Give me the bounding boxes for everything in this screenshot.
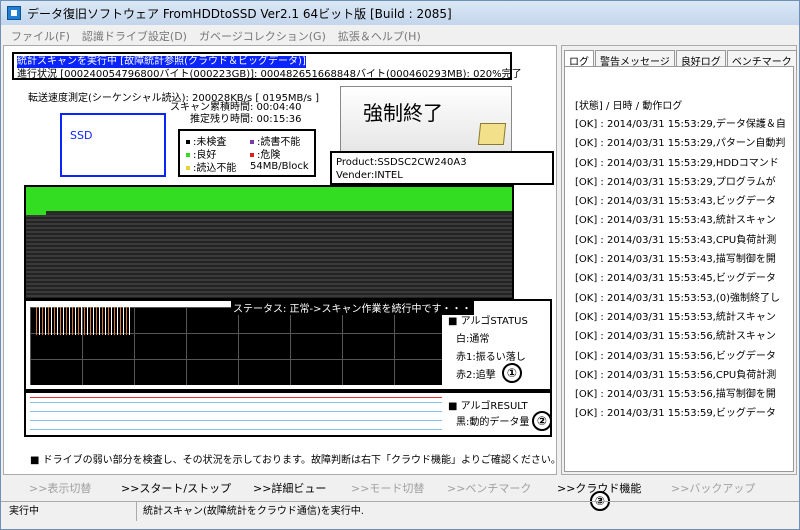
menu-bar: ファイル(F) 認識ドライブ設定(D) ガベージコレクション(G) 拡張＆ヘルプ… [1, 27, 799, 45]
log-row[interactable]: [OK] : 2014/03/31 15:53:45,ビッグデータ [575, 269, 793, 288]
good-color-icon [186, 153, 190, 157]
readfail-color-icon [186, 166, 190, 170]
drive-product: Product:SSDSC2CW240A3 [336, 157, 467, 168]
log-row[interactable]: [OK] : 2014/03/31 15:53:53,統計スキャン [575, 308, 793, 327]
scan-status-box: 統計スキャンを実行中 [故障統計参照(クラウド＆ビッグデータ)] 進行状況 [0… [12, 52, 522, 80]
menu-file[interactable]: ファイル(F) [11, 28, 70, 44]
unchecked-blocks [26, 215, 512, 298]
log-row[interactable]: [OK] : 2014/03/31 15:53:53,(0)強制終了し [575, 289, 793, 308]
note-icon [477, 123, 507, 145]
log-pane: ログ 警告メッセージ 良好ログ ベンチマーク [状態] / 日時 / 動作ログ … [561, 45, 797, 475]
scan-panel: 統計スキャンを実行中 [故障統計参照(クラウド＆ビッグデータ)] 進行状況 [0… [3, 45, 561, 475]
main-window: データ復旧ソフトウェア FromHDDtoSSD Ver2.1 64ビット版 [… [0, 0, 800, 530]
legend-block-size: 54MB/Block [250, 161, 309, 172]
log-row[interactable]: [OK] : 2014/03/31 15:53:43,ビッグデータ [575, 192, 793, 211]
status-bar: 実行中 統計スキャン(故障統計をクラウド通信)を実行中. [1, 501, 799, 521]
log-row[interactable]: [OK] : 2014/03/31 15:53:56,統計スキャン [575, 327, 793, 346]
scan-progress-text: 進行状況 [000240054796800バイト(000223GB)]: 000… [17, 69, 522, 80]
algo-status-monitor: ステータス: 正常->スキャン作業を続行中です・・・ ■ アルゴSTATUS 白… [24, 299, 552, 391]
start-stop-button[interactable]: >>スタート/ストップ [121, 480, 231, 496]
map-legend: :未検査 :読書不能 :良好 :危険 :読込不能 54MB/Block [178, 129, 316, 177]
elapsed-time: スキャン累積時間: 00:04:40 [170, 102, 302, 113]
status-message: 統計スキャン(故障統計をクラウド通信)を実行中. [143, 505, 364, 517]
backup-button[interactable]: >>バックアップ [671, 480, 755, 496]
mode-switch-button[interactable]: >>モード切替 [351, 480, 424, 496]
unreadable-color-icon [250, 140, 254, 144]
algo-result-title: ■ アルゴRESULT [448, 401, 528, 412]
drive-box: SSD [60, 113, 166, 177]
detail-view-button[interactable]: >>詳細ビュー [253, 480, 326, 496]
monitor-status-text: ステータス: 正常->スキャン作業を続行中です・・・ [231, 300, 474, 315]
result-graph [30, 397, 442, 433]
window-title: データ復旧ソフトウェア FromHDDtoSSD Ver2.1 64ビット版 [… [27, 6, 452, 21]
benchmark-button[interactable]: >>ベンチマーク [447, 480, 531, 496]
display-switch-button[interactable]: >>表示切替 [29, 480, 91, 496]
log-header: [状態] / 日時 / 動作ログ [575, 101, 683, 112]
block-map [24, 185, 514, 300]
drive-name: SSD [70, 129, 93, 142]
menu-drive-settings[interactable]: 認識ドライブ設定(D) [82, 28, 187, 44]
legend-readfail: :読込不能 [186, 159, 236, 174]
log-row[interactable]: [OK] : 2014/03/31 15:53:56,CPU負荷計測 [575, 366, 793, 385]
remaining-time: 推定残り時間: 00:15:36 [190, 114, 302, 125]
log-row[interactable]: [OK] : 2014/03/31 15:53:43,描写制御を開 [575, 250, 793, 269]
danger-color-icon [250, 153, 254, 157]
algo-result-legend: ■ アルゴRESULT 黒:動的データ量 [448, 399, 529, 431]
scan-status-text: 統計スキャンを実行中 [故障統計参照(クラウド＆ビッグデータ)] [17, 56, 306, 68]
scanned-blocks [26, 187, 512, 211]
menu-garbage-collection[interactable]: ガベージコレクション(G) [199, 28, 326, 44]
callout-2: ② [532, 411, 552, 431]
bottom-toolbar: >>表示切替 >>スタート/ストップ >>詳細ビュー >>モード切替 >>ベンチ… [3, 477, 797, 511]
log-panel[interactable]: [状態] / 日時 / 動作ログ [OK] : 2014/03/31 15:53… [564, 66, 794, 472]
legend-black-dynamic: 黒:動的データ量 [456, 417, 530, 428]
drive-info-box: Product:SSDSC2CW240A3 Vender:INTEL [330, 151, 554, 185]
status-graph [30, 307, 442, 385]
app-icon [7, 6, 21, 20]
title-bar: データ復旧ソフトウェア FromHDDtoSSD Ver2.1 64ビット版 [… [1, 1, 799, 25]
log-row[interactable]: [OK] : 2014/03/31 15:53:43,統計スキャン [575, 211, 793, 230]
log-row[interactable]: [OK] : 2014/03/31 15:53:56,ビッグデータ [575, 347, 793, 366]
force-stop-button[interactable]: 強制終了 [340, 86, 512, 152]
unchecked-color-icon [186, 140, 190, 144]
drive-vender: Vender:INTEL [336, 170, 403, 181]
log-row[interactable]: [OK] : 2014/03/31 15:53:29,HDDコマンド [575, 154, 793, 173]
log-row[interactable]: [OK] : 2014/03/31 15:53:29,パターン自動判 [575, 134, 793, 153]
log-row[interactable]: [OK] : 2014/03/31 15:53:56,描写制御を開 [575, 385, 793, 404]
log-row[interactable]: [OK] : 2014/03/31 15:53:43,CPU負荷計測 [575, 231, 793, 250]
scan-time-info: スキャン累積時間: 00:04:40 推定残り時間: 00:15:36 [170, 102, 301, 126]
force-stop-label: 強制終了 [363, 101, 443, 125]
log-row[interactable]: [OK] : 2014/03/31 15:53:29,プログラムが [575, 173, 793, 192]
log-row[interactable]: [OK] : 2014/03/31 15:53:29,データ保護＆自 [575, 115, 793, 134]
drive-note: ■ ドライブの弱い部分を検査し、その状況を示しております。故障判断は右下「クラウ… [30, 455, 561, 466]
status-state: 実行中 [1, 502, 137, 521]
status-spikes [36, 307, 130, 335]
legend-danger: :危険 [250, 146, 280, 161]
algo-result-monitor: ■ アルゴRESULT 黒:動的データ量 ② [24, 391, 552, 437]
legend-white-normal: 白:通常 [456, 334, 490, 345]
log-list[interactable]: [OK] : 2014/03/31 15:53:29,データ保護＆自 [OK] :… [575, 115, 793, 424]
menu-help[interactable]: 拡張＆ヘルプ(H) [338, 28, 421, 44]
algo-status-title: ■ アルゴSTATUS [448, 316, 528, 327]
callout-1: ① [502, 363, 522, 383]
log-row[interactable]: [OK] : 2014/03/31 15:53:59,ビッグデータ [575, 404, 793, 423]
